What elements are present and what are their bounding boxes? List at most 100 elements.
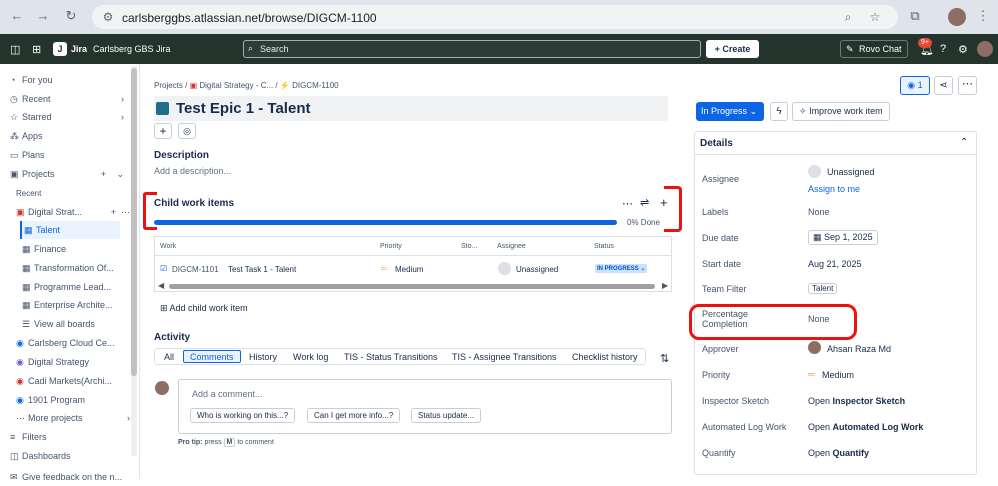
site-name[interactable]: Carlsberg GBS Jira: [93, 44, 171, 54]
field-value-inspector-sketch[interactable]: Open Inspector Sketch: [808, 396, 905, 406]
sidebar-item-starred[interactable]: ☆ Starred ›: [10, 108, 128, 126]
field-value-approver[interactable]: Ahsan Raza Md: [827, 344, 891, 354]
site-info-icon[interactable]: ⚙: [100, 9, 116, 25]
sidebar-item-recent[interactable]: ◷ Recent ›: [10, 90, 128, 108]
reload-icon[interactable]: ↻: [64, 9, 78, 23]
status-badge[interactable]: IN PROGRESS ⌄: [595, 264, 648, 273]
breadcrumb-issue[interactable]: DIGCM-1100: [292, 81, 339, 90]
jira-logo-icon[interactable]: J: [53, 42, 67, 56]
project-carlsberg-cloud[interactable]: ◉ Carlsberg Cloud Ce...: [16, 334, 134, 352]
tab-work-log[interactable]: Work log: [293, 352, 328, 362]
back-icon[interactable]: ←: [10, 9, 24, 23]
create-button[interactable]: + Create: [706, 40, 759, 58]
more-projects[interactable]: ⋯ More projects ›: [16, 409, 134, 427]
user-avatar[interactable]: [977, 41, 993, 57]
browser-menu-icon[interactable]: ⋮: [976, 9, 990, 23]
field-value-automated-log-work[interactable]: Open Automated Log Work: [808, 422, 923, 432]
improve-work-item-button[interactable]: ✧ Improve work item: [792, 102, 890, 121]
board-talent[interactable]: ▦ Talent: [20, 221, 120, 239]
field-value-assignee[interactable]: Unassigned: [827, 167, 875, 177]
row-key[interactable]: DIGCM-1101: [172, 265, 219, 274]
board-programme-lead[interactable]: ▦ Programme Lead...: [22, 278, 140, 296]
sidebar-item-dashboards[interactable]: ◫ Dashboards: [10, 447, 128, 465]
field-value-quantify[interactable]: Open Quantify: [808, 448, 869, 458]
scroll-right-icon[interactable]: ▶: [662, 281, 668, 290]
comment-box[interactable]: Add a comment... Who is working on this.…: [178, 379, 672, 434]
bookmark-star-icon[interactable]: ☆: [867, 9, 883, 25]
more-actions-icon[interactable]: ⋯: [958, 76, 977, 95]
sidebar-item-filters[interactable]: ≡ Filters: [10, 428, 128, 446]
extensions-icon[interactable]: ⧉: [908, 9, 922, 23]
more-icon[interactable]: ⋯: [622, 197, 633, 210]
app-name[interactable]: Jira: [71, 44, 87, 54]
tab-all[interactable]: All: [164, 352, 174, 362]
sidebar-item-plans[interactable]: ▭ Plans: [10, 146, 128, 164]
field-value-start-date[interactable]: Aug 21, 2025: [808, 259, 862, 269]
breadcrumb-project[interactable]: Digital Strategy - C...: [199, 81, 273, 90]
rovo-chat-button[interactable]: ✎ Rovo Chat: [840, 40, 908, 58]
field-value-team-filter[interactable]: Talent: [808, 283, 838, 294]
automation-bolt-icon[interactable]: ϟ: [770, 102, 788, 121]
tab-checklist-history[interactable]: Checklist history: [572, 352, 638, 362]
settings-gear-icon[interactable]: ⚙: [958, 43, 968, 56]
description-field[interactable]: Add a description...: [154, 166, 231, 176]
sidebar-item-apps[interactable]: ⁂ Apps: [10, 127, 128, 145]
board-enterprise-archite[interactable]: ▦ Enterprise Archite...: [22, 296, 140, 314]
suggestion-more-info[interactable]: Can I get more info...?: [307, 408, 401, 423]
unassigned-avatar-icon: [808, 165, 821, 178]
issue-title[interactable]: Test Epic 1 - Talent: [176, 100, 310, 117]
status-dropdown[interactable]: In Progress ⌄: [696, 102, 764, 121]
details-header[interactable]: Details ⌃: [695, 132, 976, 155]
tab-comments[interactable]: Comments: [183, 350, 241, 363]
search-input[interactable]: ⌕ Search: [243, 40, 701, 58]
assign-to-me-link[interactable]: Assign to me: [808, 184, 860, 194]
sidebar-scrollbar[interactable]: [131, 66, 137, 456]
col-status[interactable]: Status: [594, 243, 614, 250]
sidebar-item-projects[interactable]: ▣ Projects + ⌄: [10, 165, 128, 183]
table-row[interactable]: ☑ DIGCM-1101 Test Task 1 - Talent ═ Medi…: [155, 257, 671, 281]
row-summary[interactable]: Test Task 1 - Talent: [228, 265, 296, 274]
field-value-priority[interactable]: Medium: [822, 370, 854, 380]
sidebar-project-digital-strat[interactable]: ▣ Digital Strat... + ⋯: [16, 203, 134, 221]
forward-icon[interactable]: →: [36, 9, 50, 23]
board-finance[interactable]: ▦ Finance: [22, 240, 140, 258]
suggestion-who-working[interactable]: Who is working on this...?: [190, 408, 296, 423]
breadcrumb-projects[interactable]: Projects: [154, 81, 183, 90]
sort-icon[interactable]: ⇅: [660, 352, 669, 365]
sidebar-item-for-you[interactable]: ◔ For you: [10, 71, 128, 89]
row-priority[interactable]: Medium: [395, 265, 423, 274]
row-assignee[interactable]: Unassigned: [516, 265, 558, 274]
col-story-points[interactable]: Sto...: [461, 243, 477, 250]
tab-tis-assignee[interactable]: TIS - Assignee Transitions: [452, 352, 557, 362]
app-switcher-icon[interactable]: ⊞: [32, 43, 41, 56]
apps-icon[interactable]: ◎: [178, 123, 196, 139]
sidebar-toggle-icon[interactable]: ◫: [10, 43, 20, 56]
help-icon[interactable]: ?: [940, 43, 946, 55]
address-bar[interactable]: ⚙ carlsberggbs.atlassian.net/browse/DIGC…: [92, 5, 898, 29]
add-button[interactable]: +: [154, 123, 172, 139]
col-work[interactable]: Work: [160, 243, 176, 250]
table-scrollbar[interactable]: [169, 284, 655, 289]
col-assignee[interactable]: Assignee: [497, 243, 526, 250]
col-priority[interactable]: Priority: [380, 243, 402, 250]
zoom-icon[interactable]: ⌕: [840, 9, 856, 25]
add-child-item-button[interactable]: ⊞ Add child work item: [160, 303, 248, 314]
give-feedback[interactable]: ✉ Give feedback on the n...: [10, 468, 128, 486]
tab-tis-status[interactable]: TIS - Status Transitions: [344, 352, 438, 362]
field-value-labels[interactable]: None: [808, 207, 830, 217]
watch-button[interactable]: ◉ 1: [900, 76, 930, 95]
scroll-left-icon[interactable]: ◀: [158, 281, 164, 290]
field-value-due-date[interactable]: ▦ Sep 1, 2025: [808, 230, 878, 245]
board-transformation[interactable]: ▦ Transformation Of...: [22, 259, 140, 277]
project-digital-strategy[interactable]: ◉ Digital Strategy: [16, 353, 134, 371]
protip: Pro tip: press M to comment: [178, 438, 274, 447]
project-1901-program[interactable]: ◉ 1901 Program: [16, 391, 134, 409]
view-all-boards[interactable]: ☰ View all boards: [22, 315, 140, 333]
scrollbar-thumb[interactable]: [131, 68, 137, 376]
tab-history[interactable]: History: [249, 352, 277, 362]
share-icon[interactable]: ⋖: [934, 76, 953, 95]
browser-avatar[interactable]: [948, 8, 966, 26]
filter-settings-icon[interactable]: ⇌: [640, 196, 649, 209]
suggestion-status-update[interactable]: Status update...: [411, 408, 482, 423]
project-cadi-markets[interactable]: ◉ Cadi Markets(Archi...: [16, 372, 134, 390]
